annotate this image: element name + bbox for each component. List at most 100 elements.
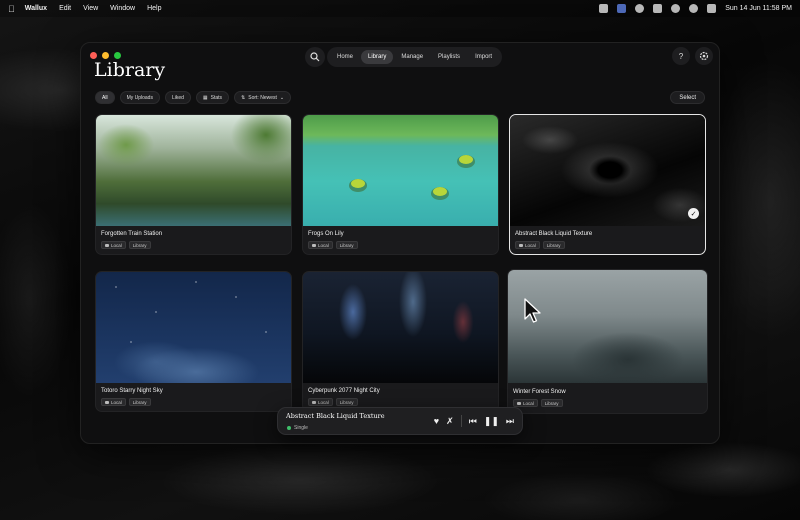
menu-help[interactable]: Help <box>147 5 161 12</box>
filter-stats-label: Stats <box>210 94 223 101</box>
main-nav: Home Library Manage Playlists Import <box>327 47 503 67</box>
wallpaper-tags: Local Library <box>515 241 565 249</box>
frog-shape <box>433 187 447 196</box>
now-playing-title: Abstract Black Liquid Texture <box>286 412 385 420</box>
wallpaper-title: Winter Forest Snow <box>513 389 566 395</box>
menu-window[interactable]: Window <box>110 5 135 12</box>
select-button[interactable]: Select <box>670 91 705 104</box>
help-icon: ? <box>678 51 684 61</box>
gear-icon <box>699 51 709 61</box>
apple-menu-icon[interactable]:  <box>8 4 15 14</box>
tag-library: Library <box>542 241 565 249</box>
wallpaper-thumbnail <box>303 115 498 226</box>
wallpaper-thumbnail <box>303 272 498 383</box>
select-button-label: Select <box>679 94 696 101</box>
wallpaper-card[interactable]: Cyberpunk 2077 Night City Local Library <box>302 271 499 412</box>
search-button[interactable] <box>305 47 325 67</box>
filter-bar: All My Uploads Liked ▦ Stats ⇅ Sort: New… <box>95 91 292 104</box>
wallpaper-tags: Local Library <box>101 241 151 249</box>
heart-icon[interactable]: ♥ <box>434 416 439 426</box>
help-button[interactable]: ? <box>672 47 690 65</box>
status-dot <box>287 426 291 430</box>
battery-icon[interactable] <box>653 4 663 13</box>
sort-dropdown-label: Sort: Newest <box>248 94 277 101</box>
wallpaper-card[interactable]: Forgotten Train Station Local Library <box>95 114 292 255</box>
tag-library: Library <box>128 398 151 406</box>
tag-library: Library <box>540 399 563 407</box>
wallpaper-tags: Local Library <box>101 398 151 406</box>
tag-local: Local <box>515 241 540 249</box>
filter-liked[interactable]: Liked <box>164 91 191 104</box>
wallpaper-card-selected[interactable]: ✓ Abstract Black Liquid Texture Local Li… <box>509 114 706 255</box>
menu-bar-tray: Sun 14 Jun 11:58 PM <box>599 4 792 13</box>
wallpaper-tags: Local Library <box>308 398 358 406</box>
wallpaper-thumbnail <box>96 272 291 383</box>
tag-label: Library <box>546 242 561 248</box>
folder-icon <box>517 401 521 405</box>
menu-edit[interactable]: Edit <box>59 5 71 12</box>
wallpaper-tags: Local Library <box>513 399 563 407</box>
sort-icon: ⇅ <box>241 94 246 101</box>
wallpaper-thumbnail <box>96 115 291 226</box>
settings-button[interactable] <box>695 47 713 65</box>
stars-decoration <box>96 272 291 383</box>
sort-dropdown[interactable]: ⇅ Sort: Newest ⌄ <box>234 91 292 104</box>
close-window-button[interactable] <box>90 52 97 59</box>
controls-divider <box>460 415 462 427</box>
window-controls <box>90 52 121 59</box>
frog-shape <box>351 179 365 188</box>
tag-label: Library <box>132 242 147 248</box>
menu-bar:  Wallux Edit View Window Help Sun 14 Ju… <box>0 0 800 17</box>
tag-label: Local <box>525 242 536 248</box>
wallpaper-card[interactable]: Totoro Starry Night Sky Local Library <box>95 271 292 412</box>
filter-my-uploads[interactable]: My Uploads <box>119 91 160 104</box>
player-controls: ♥ ✗ ⏮ ❚❚ ⏭ <box>434 415 514 427</box>
chevron-down-icon: ⌄ <box>279 94 285 101</box>
mini-player: Abstract Black Liquid Texture Single ♥ ✗… <box>277 407 523 435</box>
tag-local: Local <box>101 241 126 249</box>
filter-all-label: All <box>102 94 108 101</box>
tag-label: Local <box>111 399 122 405</box>
menu-view[interactable]: View <box>83 5 98 12</box>
previous-icon[interactable]: ⏮ <box>469 416 477 427</box>
globe-icon[interactable] <box>635 4 645 13</box>
app-status-icon[interactable] <box>617 4 627 13</box>
tag-label: Library <box>544 400 559 406</box>
tag-local: Local <box>513 399 538 407</box>
playback-mode[interactable]: Single <box>287 425 308 431</box>
filter-all[interactable]: All <box>95 91 115 104</box>
tab-import[interactable]: Import <box>468 50 499 64</box>
playback-mode-label: Single <box>294 425 308 431</box>
filter-stats[interactable]: ▦ Stats <box>195 91 230 104</box>
pen-icon[interactable] <box>599 4 609 13</box>
folder-icon <box>105 243 109 247</box>
folder-icon <box>105 400 109 404</box>
next-icon[interactable]: ⏭ <box>506 416 514 427</box>
shuffle-icon[interactable]: ✗ <box>446 416 454 427</box>
tab-manage[interactable]: Manage <box>394 50 430 64</box>
wallpaper-card-hovered[interactable]: Winter Forest Snow Local Library <box>507 269 708 414</box>
tag-local: Local <box>101 398 126 406</box>
minimize-window-button[interactable] <box>102 52 109 59</box>
control-center-icon[interactable] <box>707 4 717 13</box>
spotlight-search-icon[interactable] <box>689 4 699 13</box>
tag-label: Local <box>523 400 534 406</box>
wifi-icon[interactable] <box>671 4 681 13</box>
maximize-window-button[interactable] <box>114 52 121 59</box>
menu-app-name[interactable]: Wallux <box>25 5 47 12</box>
search-icon <box>310 52 320 62</box>
wallpaper-tags: Local Library <box>308 241 358 249</box>
menu-bar-clock[interactable]: Sun 14 Jun 11:58 PM <box>725 5 792 12</box>
tab-home[interactable]: Home <box>330 50 360 64</box>
window-actions: ? <box>672 47 713 65</box>
filter-liked-label: Liked <box>171 94 184 101</box>
folder-icon <box>312 243 316 247</box>
tag-label: Library <box>132 399 147 405</box>
wallpaper-thumbnail <box>510 115 705 226</box>
tab-playlists[interactable]: Playlists <box>431 50 467 64</box>
tag-label: Library <box>339 399 354 405</box>
wallpaper-card[interactable]: Frogs On Lily Local Library <box>302 114 499 255</box>
tab-library[interactable]: Library <box>361 50 394 64</box>
mouse-cursor-icon <box>524 298 541 323</box>
pause-icon[interactable]: ❚❚ <box>484 416 499 427</box>
